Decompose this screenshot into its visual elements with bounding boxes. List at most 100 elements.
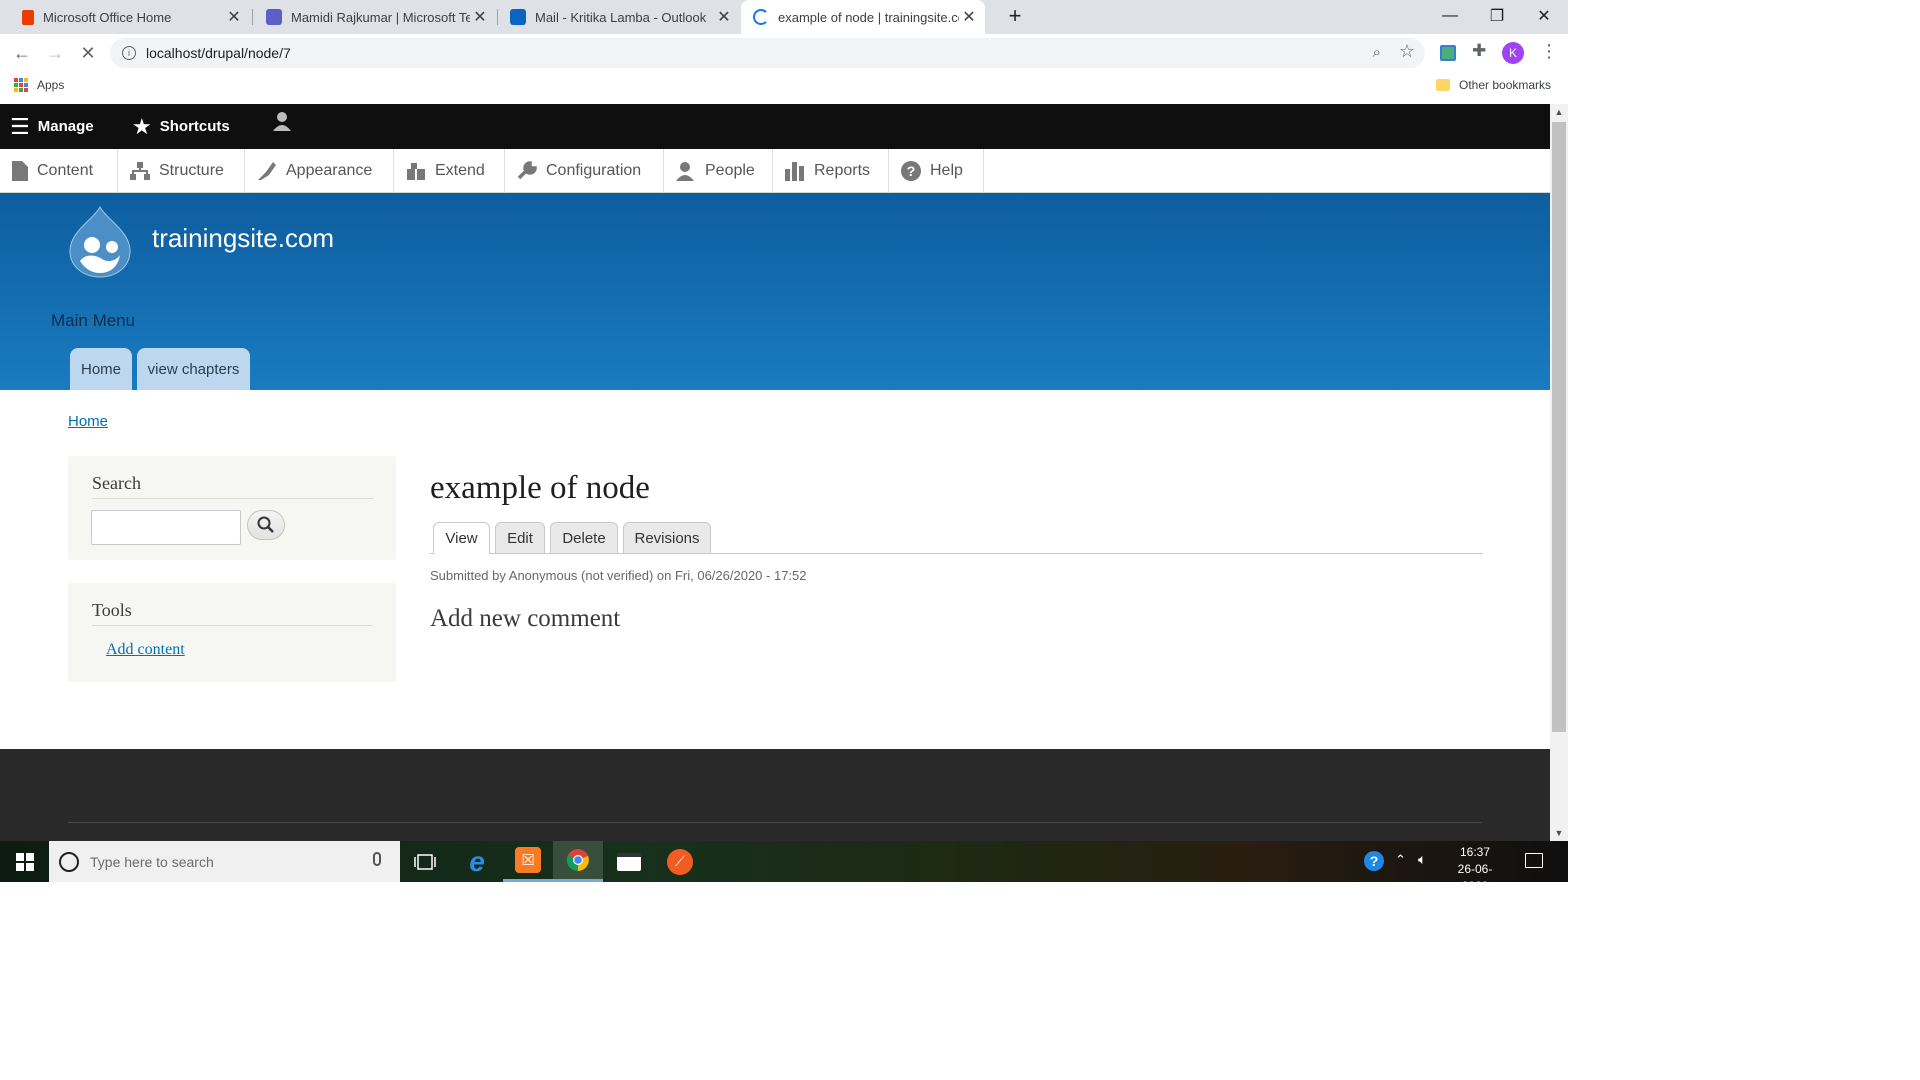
tab-revisions[interactable]: Revisions	[623, 522, 711, 553]
volume-icon[interactable]: 🔈︎	[1418, 851, 1426, 868]
help-tray-icon[interactable]: ?	[1364, 851, 1384, 871]
orange-app-icon[interactable]: ⟋	[655, 841, 705, 882]
divider	[92, 498, 373, 499]
tray-item-people[interactable]: People	[664, 149, 773, 193]
configuration-icon	[517, 161, 537, 180]
drupal-logo[interactable]	[66, 205, 134, 284]
browser-tab-office[interactable]: Microsoft Office Home ✕	[10, 0, 250, 34]
close-icon[interactable]: ✕	[224, 7, 244, 27]
scroll-thumb[interactable]	[1552, 122, 1566, 732]
browser-tab-outlook[interactable]: Mail - Kritika Lamba - Outlook ✕	[498, 0, 740, 34]
reports-icon	[785, 162, 804, 181]
close-icon[interactable]: ✕	[959, 7, 979, 27]
manage-label: Manage	[37, 118, 94, 135]
tray-item-configuration[interactable]: Configuration	[505, 149, 664, 193]
tools-block-title: Tools	[92, 600, 132, 620]
profile-avatar[interactable]: K	[1502, 42, 1524, 64]
forward-icon[interactable]: →	[40, 38, 70, 68]
page-scrollbar[interactable]: ▲ ▼	[1550, 104, 1568, 841]
search-button[interactable]	[247, 510, 285, 540]
bookmarks-bar: Apps Other bookmarks	[0, 72, 1568, 100]
search-icon	[257, 516, 274, 533]
browser-tab-teams[interactable]: Mamidi Rajkumar | Microsoft Teams ✕	[254, 0, 496, 34]
video-editor-icon[interactable]	[604, 841, 654, 882]
task-view-icon[interactable]	[400, 841, 450, 882]
tools-block: Tools Add content	[68, 583, 396, 682]
tray-item-help[interactable]: ? Help	[889, 149, 984, 193]
tray-label: Extend	[435, 162, 485, 179]
tab-title: Microsoft Office Home	[43, 9, 172, 25]
tray-item-content[interactable]: Content	[0, 149, 118, 193]
shortcuts-button[interactable]: ★ Shortcuts	[132, 104, 230, 149]
tray-label: Help	[930, 162, 963, 179]
address-bar[interactable]: i localhost/drupal/node/7 ⌕ ☆	[110, 38, 1425, 68]
menu-kebab-icon[interactable]: ⋮	[1540, 41, 1558, 62]
show-hidden-icons-chevron[interactable]: ⌃	[1395, 852, 1406, 868]
apps-bookmark[interactable]: Apps	[14, 78, 64, 92]
close-icon[interactable]: ✕	[470, 7, 490, 27]
info-icon[interactable]: i	[122, 46, 136, 60]
svg-text:?: ?	[907, 163, 916, 179]
new-tab-button[interactable]: +	[992, 0, 1038, 32]
minimize-button[interactable]: —	[1427, 0, 1473, 32]
comment-heading: Add new comment	[430, 605, 621, 632]
xampp-icon[interactable]: ☒	[503, 841, 553, 882]
taskbar-search-box[interactable]: Type here to search	[49, 841, 400, 882]
admin-tray: Content Structure Appearance Extend Conf…	[0, 149, 1550, 193]
tray-item-structure[interactable]: Structure	[118, 149, 245, 193]
clock-date: 26-06-2020	[1457, 862, 1493, 893]
tray-label: Configuration	[546, 162, 642, 179]
user-icon[interactable]	[271, 98, 293, 143]
notifications-icon[interactable]	[1525, 853, 1543, 868]
apps-grid-icon	[14, 78, 28, 92]
page-title: example of node	[430, 470, 650, 506]
scroll-up-arrow-icon[interactable]: ▲	[1550, 104, 1568, 120]
admin-toolbar: ☰ Manage ★ Shortcuts	[0, 104, 1550, 149]
browser-tab-strip: Microsoft Office Home ✕ Mamidi Rajkumar …	[0, 0, 1568, 34]
extend-icon	[407, 163, 425, 180]
browser-tab-active[interactable]: example of node | trainingsite.com ✕	[741, 0, 985, 34]
other-bookmarks[interactable]: Other bookmarks	[1436, 78, 1551, 92]
puzzle-icon[interactable]: ✚	[1472, 41, 1486, 61]
search-input[interactable]	[91, 510, 241, 545]
site-header: trainingsite.com Main Menu Home view cha…	[0, 193, 1550, 390]
close-window-button[interactable]: ✕	[1521, 0, 1567, 32]
windows-start-icon[interactable]	[0, 841, 49, 882]
microphone-icon[interactable]	[373, 852, 381, 866]
breadcrumb-home-link[interactable]: Home	[68, 413, 108, 430]
add-content-link[interactable]: Add content	[106, 641, 185, 659]
tray-item-appearance[interactable]: Appearance	[245, 149, 394, 193]
tab-edit[interactable]: Edit	[495, 522, 545, 553]
scroll-down-arrow-icon[interactable]: ▼	[1550, 825, 1568, 841]
main-menu-title: Main Menu	[51, 311, 136, 330]
search-block: Search	[68, 456, 396, 560]
divider	[92, 625, 373, 626]
stop-icon[interactable]: ✕	[73, 38, 103, 68]
taskbar-clock[interactable]: 16:37 26-06-2020	[1445, 844, 1505, 895]
tab-view[interactable]: View	[433, 522, 490, 554]
zoom-icon[interactable]: ⌕	[1373, 44, 1381, 61]
site-name[interactable]: trainingsite.com	[152, 223, 334, 254]
tray-item-extend[interactable]: Extend	[394, 149, 505, 193]
people-icon	[676, 162, 694, 181]
menu-item-view-chapters[interactable]: view chapters	[137, 348, 250, 390]
tab-delete[interactable]: Delete	[550, 522, 618, 553]
close-icon[interactable]: ✕	[714, 7, 734, 27]
tab-title: example of node | trainingsite.com	[778, 9, 959, 25]
extension-icon[interactable]	[1440, 45, 1456, 61]
edge-icon[interactable]: e	[452, 841, 502, 882]
submitted-info: Submitted by Anonymous (not verified) on…	[430, 568, 807, 583]
chrome-icon[interactable]	[553, 841, 603, 882]
tab-title: Mail - Kritika Lamba - Outlook	[535, 9, 707, 25]
hamburger-icon: ☰	[10, 113, 30, 139]
back-icon[interactable]: ←	[7, 38, 37, 68]
manage-button[interactable]: ☰ Manage	[10, 104, 94, 149]
windows-taskbar: Type here to search e ☒ ⟋ ? ⌃ 🔈︎ 16:37 2…	[0, 841, 1568, 893]
tab-title: Mamidi Rajkumar | Microsoft Teams	[291, 9, 470, 25]
tray-item-reports[interactable]: Reports	[773, 149, 889, 193]
taskbar-search-placeholder: Type here to search	[90, 853, 214, 870]
office-icon	[22, 9, 34, 25]
menu-item-home[interactable]: Home	[70, 348, 132, 390]
restore-button[interactable]: ❐	[1474, 0, 1520, 32]
bookmark-star-icon[interactable]: ☆	[1399, 41, 1415, 62]
